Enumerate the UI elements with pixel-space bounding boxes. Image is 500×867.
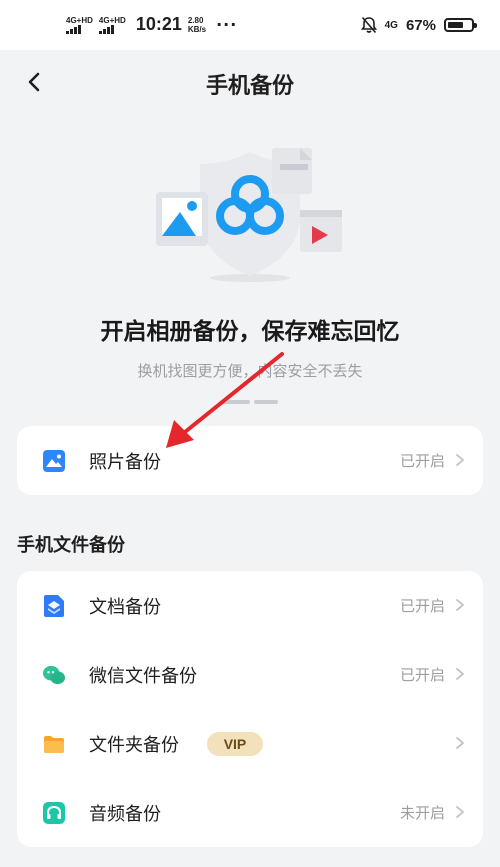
list-item-document-backup[interactable]: 文档备份 已开启 [17,571,483,640]
wechat-icon [43,665,65,685]
photo-backup-row[interactable]: 照片备份 已开启 [17,426,483,495]
chevron-right-icon [456,454,464,466]
list-item-label: 音频备份 [89,803,161,825]
network-type: 4G [384,19,398,31]
battery-percent: 67% [405,16,436,34]
file-backup-card: 文档备份 已开启 微信文件备份 已开启 文件夹备份 VIP 音频备份 未开启 [17,571,483,847]
navigation-bar: 手机备份 [0,50,500,114]
backup-illustration [156,148,342,282]
chevron-right-icon [456,737,464,749]
clock: 10:21 [135,14,182,34]
network-speed: 2.80 KB/s [188,16,206,34]
sim1-signal: 4G+HD [66,16,93,34]
speed-value: 2.80 [187,15,204,25]
list-item-folder-backup[interactable]: 文件夹备份 VIP [17,709,483,778]
photo-backup-status: 已开启 [399,452,445,470]
list-item-label: 微信文件备份 [89,665,197,687]
speed-unit: KB/s [187,24,207,34]
section-title-file-backup: 手机文件备份 [17,535,125,556]
battery-icon [444,18,477,32]
sim2-signal: 4G+HD [98,15,126,34]
chevron-right-icon [456,599,464,611]
folder-icon [44,736,64,753]
signal-bars-icon [66,24,81,34]
bell-muted-icon [360,16,377,34]
list-item-label: 文件夹备份 [89,734,179,756]
list-item-status: 已开启 [399,597,445,615]
sim2-label: 4G+HD [98,15,126,25]
list-item-status: 已开启 [399,666,445,684]
photo-backup-label: 照片备份 [89,451,161,473]
photo-icon [43,450,65,472]
list-item-wechat-backup[interactable]: 微信文件备份 已开启 [17,640,483,709]
list-item-audio-backup[interactable]: 音频备份 未开启 [17,778,483,847]
list-item-label: 文档备份 [89,596,161,618]
promo-subline: 换机找图更方便，内容安全不丢失 [137,362,363,380]
chevron-right-icon [456,806,464,818]
list-item-status: 未开启 [399,804,445,822]
photo-backup-card: 照片备份 已开启 [17,426,483,495]
headphones-icon [43,802,65,824]
promo-headline: 开启相册备份，保存难忘回忆 [100,319,400,345]
chevron-right-icon [456,668,464,680]
signal-bars-icon [98,24,114,34]
document-icon [44,595,64,617]
more-notifications-icon: ··· [216,15,238,34]
vip-badge: VIP [207,732,263,756]
page-title: 手机备份 [205,74,294,99]
status-bar: 4G+HD 4G+HD 10:21 2.80 KB/s ··· 4G 67% [0,0,500,50]
sim1-label: 4G+HD [66,15,93,25]
carousel-indicator [220,400,278,404]
